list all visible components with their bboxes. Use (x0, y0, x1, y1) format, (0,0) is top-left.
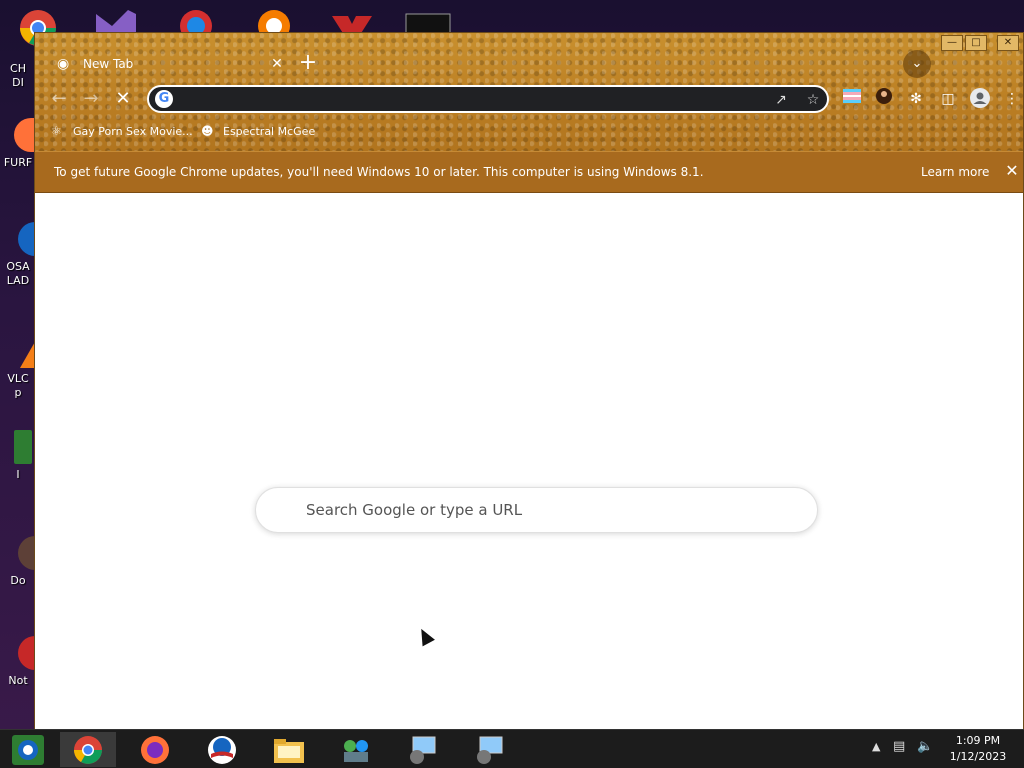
tab-close-icon[interactable]: ✕ (269, 56, 285, 72)
chrome-menu-icon[interactable]: ⋮ (1001, 88, 1023, 110)
desktop-icon-furf[interactable]: FURF (0, 118, 36, 170)
desktop-icon-do[interactable]: Do (0, 536, 36, 588)
firefox-icon (14, 118, 36, 152)
browser-frame: — □ ✕ ◉ New Tab ✕ + ⌄ ← → ✕ G ↗ ☆ ✻ ◫ ⋮ (35, 33, 1023, 193)
profile-icon[interactable] (969, 88, 991, 110)
bookmark-favicon-icon: ⚛ (51, 124, 62, 138)
maximize-button[interactable]: □ (965, 35, 987, 51)
show-hidden-icons[interactable]: ▲ (872, 740, 880, 753)
taskbar-network-app[interactable] (328, 732, 384, 767)
taskbar-firefox[interactable] (127, 732, 183, 767)
taskbar-clock[interactable]: 1:09 PM 1/12/2023 (940, 733, 1016, 765)
back-button[interactable]: ← (47, 87, 71, 111)
volume-icon[interactable]: 🔈 (917, 739, 933, 754)
forward-button[interactable]: → (79, 87, 103, 111)
new-tab-button[interactable]: + (297, 52, 319, 75)
tab-new-tab[interactable]: ◉ New Tab ✕ (47, 49, 285, 79)
tab-title: New Tab (83, 57, 134, 71)
bookmark-label: Gay Porn Sex Movie... (73, 124, 193, 138)
bookmark-item-1[interactable]: ⚛ Gay Porn Sex Movie... (51, 121, 193, 141)
desktop-icon-ch[interactable]: CH DI (0, 58, 36, 90)
taskbar-chrome[interactable] (60, 732, 116, 767)
start-button[interactable] (0, 732, 56, 767)
side-panel-icon[interactable]: ◫ (937, 88, 959, 110)
address-input[interactable] (179, 89, 759, 109)
tab-search-button[interactable]: ⌄ (903, 50, 931, 78)
address-bar[interactable]: G ↗ ☆ (147, 85, 829, 113)
extensions-puzzle-icon[interactable]: ✻ (905, 88, 927, 110)
ntp-search-box[interactable] (255, 487, 818, 533)
taskbar-remote-app-1[interactable] (395, 732, 451, 767)
minimize-button[interactable]: — (941, 35, 963, 51)
bookmark-item-2[interactable]: ☻ Espectral McGee (201, 121, 315, 141)
h-app-icon (14, 430, 32, 464)
bookmark-star-icon[interactable]: ☆ (803, 90, 823, 110)
tab-favicon-icon: ◉ (57, 56, 70, 72)
new-tab-page (35, 193, 1023, 729)
extension-flag-icon[interactable] (841, 88, 863, 110)
network-icon[interactable]: ▤ (893, 739, 905, 754)
clock-date: 1/12/2023 (949, 750, 1007, 763)
desktop-icon-vlc[interactable]: VLC p (0, 340, 36, 400)
clock-time: 1:09 PM (955, 734, 1001, 747)
bookmark-avatar-icon: ☻ (201, 124, 214, 138)
close-window-button[interactable]: ✕ (997, 35, 1019, 51)
chrome-window: — □ ✕ ◉ New Tab ✕ + ⌄ ← → ✕ G ↗ ☆ ✻ ◫ ⋮ (34, 32, 1024, 729)
stop-loading-button[interactable]: ✕ (111, 87, 135, 111)
infobar-close-icon[interactable]: ✕ (1003, 162, 1021, 180)
google-icon: G (155, 90, 173, 108)
update-infobar: To get future Google Chrome updates, you… (35, 151, 1023, 193)
desktop-icon-osa[interactable]: OSA LAD (0, 222, 36, 288)
taskbar-remote-app-2[interactable] (462, 732, 518, 767)
learn-more-link[interactable]: Learn more (921, 165, 989, 179)
share-icon[interactable]: ↗ (771, 90, 791, 110)
infobar-message: To get future Google Chrome updates, you… (54, 165, 704, 179)
desktop-icon-not[interactable]: Not (0, 636, 36, 688)
bookmark-label: Espectral McGee (223, 124, 316, 138)
extension-avatar-icon[interactable] (873, 88, 895, 110)
taskbar: ▲ ▤ 🔈 1:09 PM 1/12/2023 (0, 729, 1024, 768)
taskbar-file-explorer[interactable] (261, 732, 317, 767)
taskbar-obama-app[interactable] (194, 732, 250, 767)
desktop-icon-h[interactable]: I (0, 430, 36, 482)
ntp-search-input[interactable] (306, 500, 786, 520)
